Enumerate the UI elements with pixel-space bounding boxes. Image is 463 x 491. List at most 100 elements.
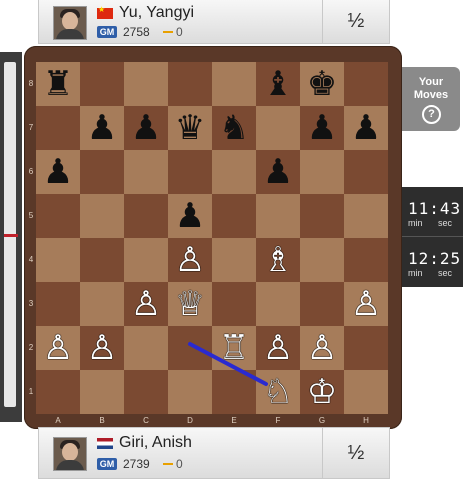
black-queen-icon[interactable]: ♛	[168, 106, 212, 150]
board-square-d6[interactable]	[168, 150, 212, 194]
board-square-a1[interactable]	[36, 370, 80, 414]
clock-unit-sec: sec	[438, 268, 453, 278]
board-square-h5[interactable]	[344, 194, 388, 238]
bottom-player-title-badge: GM	[97, 458, 117, 470]
board-square-g3[interactable]	[300, 282, 344, 326]
board-square-d1[interactable]	[168, 370, 212, 414]
white-pawn-icon[interactable]: ♙	[124, 282, 168, 326]
white-pawn-icon[interactable]: ♙	[256, 326, 300, 370]
rank-label: 5	[28, 211, 34, 220]
board-square-c1[interactable]	[124, 370, 168, 414]
black-pawn-icon[interactable]: ♟	[256, 150, 300, 194]
file-label: B	[99, 416, 105, 425]
help-icon[interactable]: ?	[422, 105, 441, 124]
board-square-g5[interactable]	[300, 194, 344, 238]
black-pawn-icon[interactable]: ♟	[168, 194, 212, 238]
rank-label: 2	[28, 343, 34, 352]
clock-time: 12:25	[408, 249, 462, 268]
rank-label: 3	[28, 299, 34, 308]
black-pawn-icon[interactable]: ♟	[124, 106, 168, 150]
file-label: A	[55, 416, 61, 425]
board-square-b3[interactable]	[80, 282, 124, 326]
white-pawn-icon[interactable]: ♙	[36, 326, 80, 370]
board-square-h8[interactable]	[344, 62, 388, 106]
board-square-e8[interactable]	[212, 62, 256, 106]
board-square-c6[interactable]	[124, 150, 168, 194]
board-square-c2[interactable]	[124, 326, 168, 370]
your-moves-label-line2: Moves	[413, 89, 449, 101]
board-square-e6[interactable]	[212, 150, 256, 194]
file-label: C	[143, 416, 149, 425]
white-king-icon[interactable]: ♔	[300, 370, 344, 414]
your-moves-button[interactable]: Your Moves ?	[402, 67, 460, 131]
top-player-score: ½	[322, 0, 389, 43]
top-player-rating-change: 0	[176, 25, 183, 39]
board-square-b4[interactable]	[80, 238, 124, 282]
board-square-f5[interactable]	[256, 194, 300, 238]
board-square-a5[interactable]	[36, 194, 80, 238]
rank-label: 8	[28, 79, 34, 88]
board-square-f3[interactable]	[256, 282, 300, 326]
board-square-a7[interactable]	[36, 106, 80, 150]
board-square-b5[interactable]	[80, 194, 124, 238]
board-square-c4[interactable]	[124, 238, 168, 282]
board-square-h4[interactable]	[344, 238, 388, 282]
board-square-c5[interactable]	[124, 194, 168, 238]
black-pawn-icon[interactable]: ♟	[344, 106, 388, 150]
board-square-e4[interactable]	[212, 238, 256, 282]
black-pawn-icon[interactable]: ♟	[300, 106, 344, 150]
board-square-d2[interactable]	[168, 326, 212, 370]
board-square-a4[interactable]	[36, 238, 80, 282]
board-square-g6[interactable]	[300, 150, 344, 194]
board-square-b6[interactable]	[80, 150, 124, 194]
chess-board[interactable]: ♜ ♝ ♚ ♟ ♟ ♛ ♞ ♟ ♟ ♟ ♟ ♟ ♙ ♗ ♙ ♕ ♙ ♙ ♙ ♖ ♙ ♙ ♘ ♔	[36, 62, 388, 414]
black-rook-icon[interactable]: ♜	[36, 62, 80, 106]
board-square-g4[interactable]	[300, 238, 344, 282]
white-pawn-icon[interactable]: ♙	[300, 326, 344, 370]
game-clocks: 11:43 min sec 12:25 min sec	[402, 187, 463, 287]
white-queen-icon[interactable]: ♕	[168, 282, 212, 326]
board-square-e1[interactable]	[212, 370, 256, 414]
black-king-icon[interactable]: ♚	[300, 62, 344, 106]
board-square-h6[interactable]	[344, 150, 388, 194]
board-square-b1[interactable]	[80, 370, 124, 414]
board-square-e3[interactable]	[212, 282, 256, 326]
board-square-b8[interactable]	[80, 62, 124, 106]
file-label: E	[231, 416, 237, 425]
board-square-f7[interactable]	[256, 106, 300, 150]
black-pawn-icon[interactable]: ♟	[80, 106, 124, 150]
white-pawn-icon[interactable]: ♙	[80, 326, 124, 370]
top-player-title-badge: GM	[97, 26, 117, 38]
bottom-player-clock: 12:25 min sec	[402, 237, 463, 285]
bottom-player-panel: Giri, Anish GM 2739 0 ½	[38, 427, 390, 479]
clock-unit-sec: sec	[438, 218, 453, 228]
white-knight-icon[interactable]: ♘	[256, 370, 300, 414]
white-pawn-icon[interactable]: ♙	[344, 282, 388, 326]
black-pawn-icon[interactable]: ♟	[36, 150, 80, 194]
clock-unit-min: min	[408, 268, 423, 278]
black-knight-icon[interactable]: ♞	[212, 106, 256, 150]
white-pawn-icon[interactable]: ♙	[168, 238, 212, 282]
clock-unit-min: min	[408, 218, 423, 228]
top-player-name[interactable]: Yu, Yangyi	[119, 4, 194, 22]
flag-netherlands-icon	[97, 438, 113, 449]
flag-china-icon	[97, 5, 113, 19]
board-square-d8[interactable]	[168, 62, 212, 106]
rating-change-dash-icon	[163, 31, 173, 33]
white-rook-icon[interactable]: ♖	[212, 326, 256, 370]
rank-label: 7	[28, 123, 34, 132]
top-player-avatar	[53, 6, 87, 40]
file-label: F	[275, 416, 281, 425]
white-bishop-icon[interactable]: ♗	[256, 238, 300, 282]
file-label: D	[187, 416, 193, 425]
black-bishop-icon[interactable]: ♝	[256, 62, 300, 106]
bottom-player-rating: 2739	[123, 457, 150, 471]
board-square-h2[interactable]	[344, 326, 388, 370]
board-square-h1[interactable]	[344, 370, 388, 414]
board-square-e5[interactable]	[212, 194, 256, 238]
bottom-player-name[interactable]: Giri, Anish	[119, 434, 192, 452]
rating-change-dash-icon	[163, 463, 173, 465]
board-square-a3[interactable]	[36, 282, 80, 326]
board-square-c8[interactable]	[124, 62, 168, 106]
eval-bar-marker	[4, 234, 18, 237]
